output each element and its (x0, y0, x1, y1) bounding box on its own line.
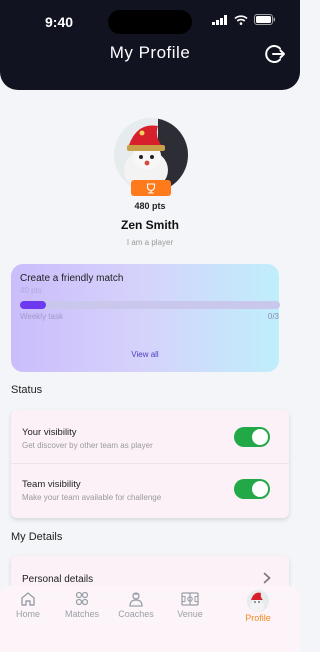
status-section-title: Status (11, 384, 43, 396)
tab-label: Home (15, 609, 40, 619)
team-visibility-row: Team visibility Make your team available… (11, 462, 289, 514)
avatar (247, 590, 269, 612)
team-visibility-toggle[interactable] (234, 479, 270, 499)
toggle-knob (252, 481, 268, 497)
venue-icon (181, 592, 199, 606)
tab-label: Coaches (118, 609, 154, 619)
task-title: Create a friendly match (20, 273, 124, 284)
task-progress-bar (20, 301, 280, 309)
chevron-right-icon (263, 572, 271, 584)
status-card: Your visibility Get discover by other te… (11, 410, 289, 518)
points-badge (131, 180, 171, 196)
tab-matches[interactable]: Matches (57, 590, 107, 619)
task-count: 0/3 (267, 312, 279, 321)
row-title: Your visibility (22, 427, 77, 438)
signal-icon (212, 14, 227, 25)
details-section-title: My Details (11, 531, 63, 543)
tab-venue[interactable]: Venue (165, 590, 215, 619)
tab-label: Profile (245, 613, 271, 623)
wifi-icon (234, 14, 248, 25)
app-header: 9:40 My Profile (0, 0, 300, 90)
profile-role: I am a player (126, 238, 174, 247)
task-progress-fill (20, 301, 46, 309)
toggle-knob (252, 429, 268, 445)
trophy-icon (146, 183, 156, 194)
tab-label: Matches (64, 609, 99, 619)
home-icon (21, 592, 35, 606)
profile-name: Zen Smith (120, 218, 179, 232)
your-visibility-row: Your visibility Get discover by other te… (11, 410, 289, 462)
points-text: 480 pts (134, 201, 166, 211)
task-label: Weekly task (20, 312, 63, 321)
row-title: Team visibility (22, 479, 81, 490)
tab-home[interactable]: Home (3, 590, 53, 619)
your-visibility-toggle[interactable] (234, 427, 270, 447)
coach-icon (129, 592, 143, 607)
row-subtitle: Get discover by other team as player (22, 441, 153, 450)
view-all-link[interactable]: View all (11, 350, 279, 359)
tab-coaches[interactable]: Coaches (111, 590, 161, 619)
status-time: 9:40 (45, 14, 74, 30)
page-title: My Profile (109, 43, 191, 62)
matches-icon (75, 591, 89, 606)
status-bar: 9:40 (0, 0, 300, 40)
details-item-label: Personal details (22, 574, 94, 585)
bottom-tab-bar: Home Matches Coaches Venue Profile (0, 586, 300, 652)
task-points: 40 pts (20, 286, 42, 295)
logout-icon[interactable] (264, 43, 286, 65)
tab-profile[interactable]: Profile (233, 590, 283, 623)
weekly-task-card[interactable]: Create a friendly match 40 pts Weekly ta… (11, 264, 280, 372)
dynamic-island (108, 10, 192, 34)
tab-label: Venue (177, 609, 203, 619)
row-subtitle: Make your team available for challenge (22, 493, 162, 502)
status-icons (212, 14, 276, 25)
profile-avatar[interactable] (114, 118, 188, 196)
battery-icon (254, 14, 275, 25)
